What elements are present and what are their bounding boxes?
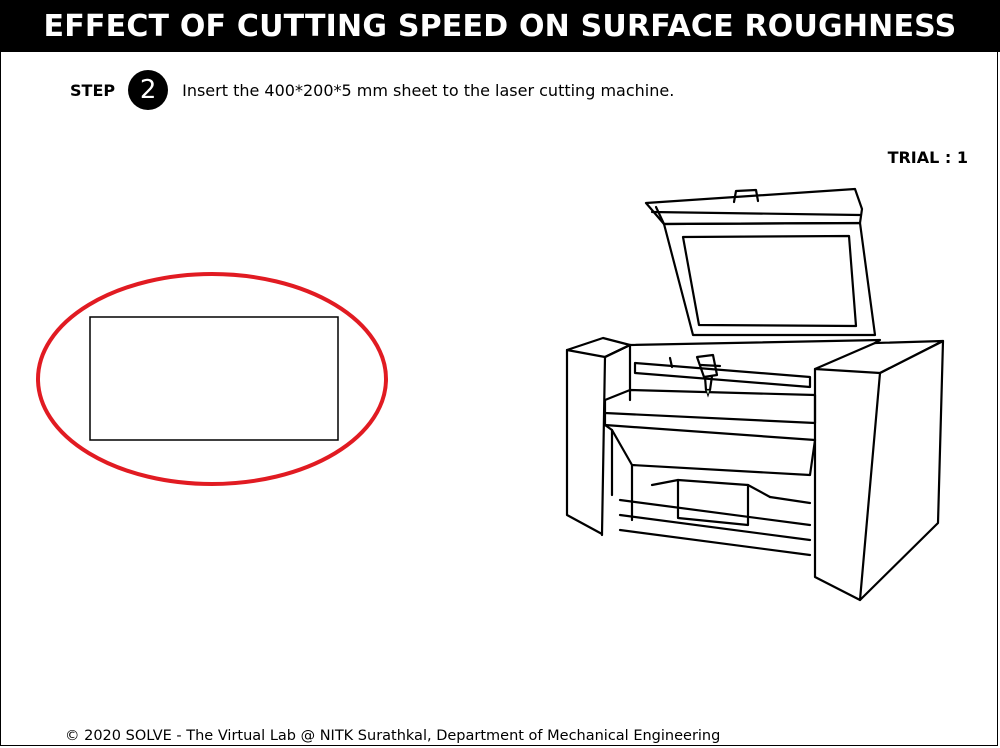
page-title: EFFECT OF CUTTING SPEED ON SURFACE ROUGH…	[43, 8, 957, 44]
sheet-area	[36, 272, 388, 486]
step-label: STEP	[70, 80, 116, 100]
laser-cutting-machine-illustration	[565, 187, 945, 602]
metal-sheet[interactable]	[89, 316, 339, 441]
laser-nozzle-indicator	[705, 389, 711, 398]
trial-counter: TRIAL : 1	[887, 148, 968, 167]
title-bar: EFFECT OF CUTTING SPEED ON SURFACE ROUGH…	[0, 0, 1000, 52]
step-instruction: STEP 2 Insert the 400*200*5 mm sheet to …	[70, 70, 674, 110]
footer-copyright: © 2020 SOLVE - The Virtual Lab @ NITK Su…	[65, 728, 721, 744]
step-number-badge: 2	[128, 70, 169, 110]
step-instruction-text: Insert the 400*200*5 mm sheet to the las…	[182, 80, 675, 100]
